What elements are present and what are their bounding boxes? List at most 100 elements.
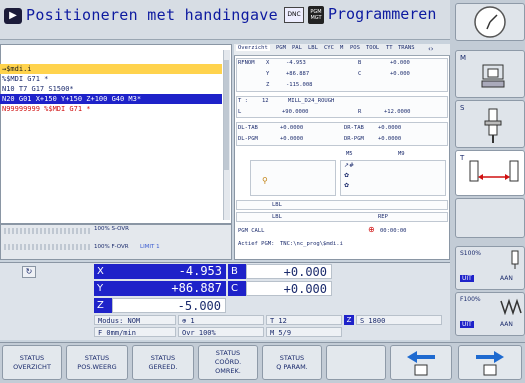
m9-label: M9: [398, 151, 405, 157]
tab-m[interactable]: M: [340, 45, 343, 51]
rfnom-x-value: -4.953: [286, 60, 306, 66]
tab-scroll-icon[interactable]: ‹›: [428, 45, 434, 53]
s-aan-label: AAN: [500, 275, 513, 282]
softkey-label: STATUS: [279, 353, 305, 362]
timer-value: 00:00:00: [380, 228, 407, 234]
feed-field: F 0mm/min: [94, 327, 176, 337]
delta-box: [236, 122, 448, 146]
programming-mode-title[interactable]: Programmeren: [328, 5, 436, 23]
rfnom-y-label: Y: [266, 71, 270, 77]
status-overview-softkey[interactable]: STATUS OVERZICHT: [2, 345, 62, 380]
axis-c-label: C: [228, 281, 246, 296]
tool-number: 12: [262, 98, 269, 104]
tab-pos[interactable]: POS: [350, 45, 360, 51]
status-qparam-softkey[interactable]: STATUS Q PARAM.: [262, 345, 322, 380]
status-coord-softkey[interactable]: STATUS COÖRD. OMREK.: [198, 345, 258, 380]
rotation-icon: ↗#: [344, 162, 355, 169]
pgm-mgt-icon[interactable]: PGM MGT: [308, 6, 324, 24]
m-function-field: M 5/9: [266, 327, 342, 337]
status-pos-softkey[interactable]: STATUS POS.WEERG: [66, 345, 128, 380]
spindle-override-key[interactable]: S100% UIT AAN: [455, 246, 525, 290]
tab-tool[interactable]: TOOL: [366, 45, 379, 51]
clock-icon: [474, 6, 506, 38]
scrollbar-thumb[interactable]: [224, 60, 229, 170]
axis-c-value: +0.000: [246, 281, 332, 296]
status-tool-softkey[interactable]: STATUS GEREED.: [132, 345, 194, 380]
tab-lbl[interactable]: LBL: [308, 45, 318, 51]
dl-tab-label: DL-TAB: [238, 125, 258, 131]
f100-label: F100%: [460, 296, 481, 303]
t-key-label: T: [460, 154, 465, 162]
feed-wave-icon: [500, 298, 522, 315]
program-line[interactable]: %$MDI G71 *: [0, 74, 222, 84]
softkey-label: STATUS: [150, 353, 176, 362]
dr-pgm-label: DR-PGM: [344, 136, 364, 142]
forward-softkey[interactable]: [458, 345, 522, 380]
tool-length-icon: [469, 160, 519, 182]
program-line[interactable]: →$mdi.i: [0, 64, 222, 74]
dr-pgm-value: +0.0000: [378, 136, 402, 142]
clock-icon-small: ⊕: [368, 225, 375, 234]
rfnom-c-label: C: [358, 71, 362, 77]
softkey-label: OVERZICHT: [13, 362, 51, 371]
axis-z-label: Z: [94, 298, 112, 313]
s-function-key[interactable]: S: [455, 100, 525, 148]
pgm-call-label: PGM CALL: [238, 228, 265, 234]
dl-pgm-value: +0.0000: [280, 136, 304, 142]
tool-r-label: R: [358, 109, 362, 115]
empty-right-key[interactable]: [455, 198, 525, 238]
tab-tt[interactable]: TT: [386, 45, 393, 51]
program-line-selected[interactable]: N20 G01 X+150 Y+150 Z+100 G40 M3*: [0, 94, 222, 104]
gear-icon: ✿: [344, 172, 350, 179]
program-line[interactable]: N10 T7 G17 S1500*: [0, 84, 222, 94]
s-ovr-label: 100% S-OVR: [94, 226, 129, 232]
s100-label: S100%: [460, 250, 481, 257]
tab-pal[interactable]: PAL: [292, 45, 302, 51]
dl-tab-value: +0.0000: [280, 125, 304, 131]
axis-y-label: Y: [94, 281, 112, 296]
mode-title: Positioneren met handingave: [26, 6, 278, 24]
axis-x-value: -4.953: [112, 264, 226, 279]
m-function-key[interactable]: M: [455, 50, 525, 98]
s-ovr-bar: [4, 228, 90, 234]
spindle-speed-field: S 1800: [356, 315, 442, 325]
s-key-label: S: [460, 104, 465, 112]
z-axis-badge: Z: [344, 315, 354, 325]
spindle-small-icon: [511, 250, 519, 269]
tab-overzicht[interactable]: Overzicht: [236, 45, 270, 51]
rfnom-c-value: +0.000: [390, 71, 410, 77]
rep-label: REP: [378, 214, 388, 220]
axis-y-value: +86.887: [112, 281, 226, 296]
empty-softkey[interactable]: [326, 345, 386, 380]
rfnom-x-label: X: [266, 60, 270, 66]
back-softkey[interactable]: [390, 345, 452, 380]
softkey-label: STATUS: [84, 353, 110, 362]
tool-r-value: +12.0000: [384, 109, 411, 115]
lbl-row-2: [236, 212, 448, 222]
softkey-label: COÖRD.: [214, 358, 242, 366]
feed-override-key[interactable]: F100% UIT AAN: [455, 292, 525, 336]
softkey-label: OMREK.: [215, 367, 241, 375]
tab-trans[interactable]: TRANS: [398, 45, 415, 51]
m5-label: M5: [346, 151, 353, 157]
limit-label: LIMIT 1: [140, 244, 160, 250]
tab-cyc[interactable]: CYC: [324, 45, 334, 51]
tab-pgm[interactable]: PGM: [276, 45, 286, 51]
gear-icon-2: ✿: [344, 182, 350, 189]
t-function-key[interactable]: T: [455, 150, 525, 196]
tool-l-value: +90.0000: [282, 109, 309, 115]
override-field: Ovr 100%: [178, 327, 264, 337]
machine-mode-icon: ▶: [4, 8, 22, 24]
dr-tab-label: DR-TAB: [344, 125, 364, 131]
coord-box-right: [340, 160, 446, 196]
dnc-icon[interactable]: DNC: [284, 7, 304, 23]
program-line[interactable]: N99999999 %$MDI G71 *: [0, 104, 222, 114]
clock-key[interactable]: [455, 3, 525, 41]
f-ovr-bar: [4, 244, 90, 250]
machine-icon: [481, 64, 505, 88]
lbl-label-1: LBL: [272, 202, 282, 208]
refresh-icon[interactable]: ↻: [22, 266, 36, 278]
spindle-icon: [484, 108, 502, 143]
active-pgm-path: TNC:\nc_prog\$mdi.i: [280, 241, 343, 247]
softkey-label: POS.WEERG: [77, 362, 117, 371]
